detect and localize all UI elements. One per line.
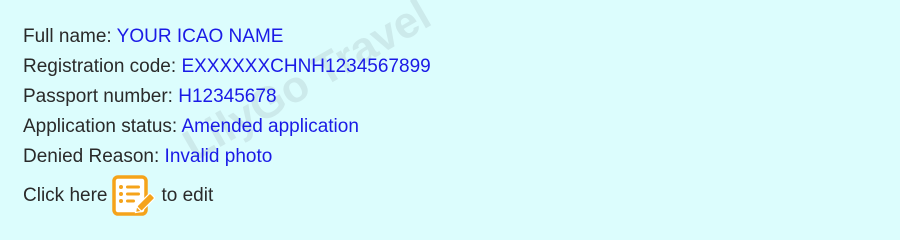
edit-suffix-text: to edit: [161, 185, 214, 206]
registration-code-value: EXXXXXXCHNH1234567899: [181, 56, 431, 77]
edit-prefix-text: Click here: [23, 185, 108, 206]
edit-row: Click here to edit: [23, 174, 900, 218]
full-name-row: Full name: YOUR ICAO NAME: [23, 22, 900, 52]
full-name-label: Full name:: [23, 26, 112, 47]
edit-document-icon: [112, 175, 156, 216]
denied-reason-value: Invalid photo: [164, 146, 273, 167]
passport-number-row: Passport number: H12345678: [23, 82, 900, 112]
denied-reason-row: Denied Reason: Invalid photo: [23, 142, 900, 172]
edit-button[interactable]: [111, 174, 156, 218]
registration-code-label: Registration code:: [23, 56, 177, 77]
application-status-value: Amended application: [181, 116, 359, 137]
denied-reason-label: Denied Reason:: [23, 146, 160, 167]
application-info-panel: LilyGo Travel Full name: YOUR ICAO NAME …: [0, 0, 900, 240]
application-status-label: Application status:: [23, 116, 178, 137]
registration-code-row: Registration code: EXXXXXXCHNH1234567899: [23, 52, 900, 82]
passport-number-label: Passport number:: [23, 86, 173, 107]
full-name-value: YOUR ICAO NAME: [116, 26, 284, 47]
application-status-row: Application status: Amended application: [23, 112, 900, 142]
passport-number-value: H12345678: [178, 86, 277, 107]
